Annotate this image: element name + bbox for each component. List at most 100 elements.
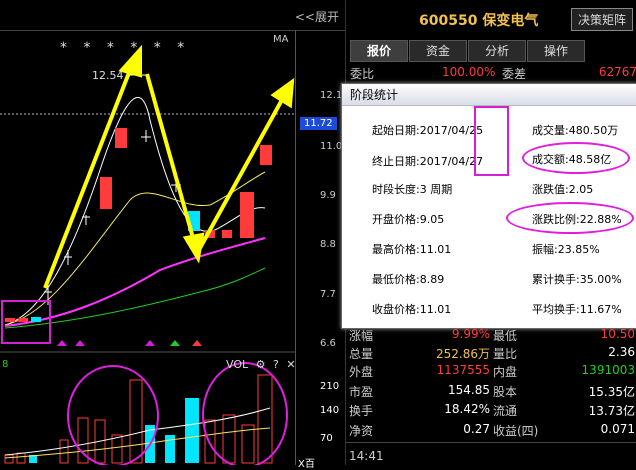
- help-icon[interactable]: ?: [273, 358, 279, 371]
- quote-value: 15.35亿: [588, 385, 635, 399]
- time-label: 14:41: [349, 449, 384, 463]
- annotation-ellipse-change: [506, 202, 634, 234]
- ma20-line: [4, 237, 266, 327]
- change-value: 涨跌值:2.05: [532, 183, 594, 196]
- stock-header: 600550 保变电气 决策矩阵: [346, 6, 636, 31]
- current-price-tag: 11.72: [300, 117, 337, 130]
- stage-statistics-popup[interactable]: 阶段统计 起始日期:2017/04/25 终止日期:2017/04/27 时段长…: [341, 83, 636, 329]
- quote-value: 252.86万: [436, 347, 490, 361]
- cumulative-turnover: 累计换手:35.00%: [532, 273, 622, 286]
- weibi-row: 委比 100.00% 委差 62767: [350, 65, 636, 82]
- quote-value: 1137555: [436, 363, 490, 377]
- price-tick: 6.6: [320, 338, 336, 349]
- quote-label: 量比: [493, 347, 518, 361]
- volume: 成交量:480.50万: [532, 124, 619, 137]
- amplitude: 振幅:23.85%: [532, 243, 600, 256]
- close-price: 收盘价格:11.01: [372, 303, 452, 316]
- kline-chart-panel[interactable]: <<展开 * * * * * * MA 12.54 8 VOL ⚙ ? ✕ 12…: [0, 0, 346, 470]
- quote-label: 市盈: [349, 385, 374, 399]
- candle: [260, 145, 272, 165]
- quote-label: 内盘: [493, 365, 518, 379]
- weibi-label: 委比: [350, 67, 375, 81]
- weicha-label: 委差: [502, 67, 527, 81]
- quote-value: 18.42%: [444, 402, 490, 416]
- price-tick: 8.8: [320, 239, 336, 250]
- quote-value: 0.071: [600, 422, 635, 436]
- expand-button[interactable]: <<展开: [295, 8, 339, 25]
- signal-markers: [57, 340, 155, 346]
- quote-row: 换手 18.42% 流通 13.73亿: [345, 402, 636, 419]
- candle: [18, 318, 28, 322]
- annotation-box-dates: [474, 106, 509, 176]
- volume-bars: [4, 374, 273, 464]
- volume-tick: 210: [320, 381, 340, 392]
- volume-indicator-bar: VOL ⚙ ? ✕: [226, 358, 296, 371]
- candle: [100, 177, 112, 209]
- quote-row: 市盈 154.85 股本 15.35亿: [345, 383, 636, 400]
- quote-table: 涨幅 9.99% 最低 10.50 总量 252.86万 量比 2.36 外盘 …: [345, 327, 636, 465]
- quote-label: 股本: [493, 385, 518, 399]
- quote-value: 10.50: [600, 327, 635, 341]
- strategy-matrix-button[interactable]: 决策矩阵: [570, 8, 633, 31]
- tab-funds[interactable]: 资金: [409, 40, 467, 62]
- peak-price-label: 12.54: [92, 69, 124, 82]
- open-price: 开盘价格:9.05: [372, 213, 445, 226]
- low-price: 最低价格:8.89: [372, 273, 445, 286]
- high-price: 最高价格:11.01: [372, 243, 452, 256]
- quote-label: 涨幅: [349, 329, 374, 343]
- weibi-value: 100.00%: [442, 65, 496, 79]
- tab-quote[interactable]: 报价: [350, 40, 408, 62]
- tab-operation[interactable]: 操作: [527, 40, 585, 62]
- price-tick: 11.0: [320, 141, 343, 152]
- candle: [5, 318, 15, 322]
- tab-analysis[interactable]: 分析: [468, 40, 526, 62]
- volume-left-value: 8: [2, 359, 9, 370]
- candle: [222, 230, 232, 238]
- price-tick: 9.9: [320, 190, 336, 201]
- quote-value: 9.99%: [451, 327, 490, 341]
- quote-label: 总量: [349, 347, 374, 361]
- candle: [240, 192, 254, 238]
- signal-marker-green: [170, 340, 180, 346]
- duration: 时段长度:3 周期: [372, 183, 453, 196]
- quote-value: 13.73亿: [588, 404, 635, 418]
- popup-title[interactable]: 阶段统计: [342, 84, 636, 106]
- quote-row: 总量 252.86万 量比 2.36: [345, 345, 636, 362]
- quote-value: 0.27: [463, 422, 490, 436]
- candles: [5, 128, 272, 322]
- quote-row: 涨幅 9.99% 最低 10.50: [345, 327, 636, 344]
- annotation-ellipse-amount: [522, 142, 630, 174]
- average-turnover: 平均换手:11.67%: [532, 303, 622, 316]
- trend-arrows: [43, 44, 295, 289]
- quote-value: 1391003: [581, 363, 635, 377]
- price-tick: 7.7: [320, 289, 336, 300]
- quote-tabs: 报价 资金 分析 操作: [346, 40, 636, 62]
- price-tick: 12.1: [320, 90, 343, 101]
- quote-row: 净资 0.27 收益(四) 0.071: [345, 422, 636, 439]
- start-date: 起始日期:2017/04/25: [372, 124, 484, 137]
- quote-label: 外盘: [349, 365, 374, 379]
- stock-code-name: 600550 保变电气: [419, 13, 539, 29]
- candle: [115, 128, 127, 148]
- volume-tick: 70: [320, 433, 333, 444]
- annotation-ellipse-volume-right: [202, 362, 288, 465]
- weicha-value: 62767: [598, 65, 636, 79]
- quote-label: 换手: [349, 404, 374, 418]
- gear-icon[interactable]: ⚙: [256, 358, 266, 371]
- volume-tick: 140: [320, 405, 340, 416]
- candle: [31, 317, 41, 322]
- divider: [345, 442, 636, 443]
- quote-label: 流通: [493, 404, 518, 418]
- quote-label: 净资: [349, 424, 374, 438]
- signal-marker-red: [192, 340, 202, 346]
- price-axis: 12.1 11.0 9.9 8.8 7.7 6.6 210 140 70 X百: [295, 30, 346, 470]
- ma5-line: [4, 96, 266, 326]
- kline-svg[interactable]: [0, 30, 296, 465]
- volume-label: VOL: [226, 358, 249, 371]
- annotation-ellipse-volume-left: [67, 365, 159, 465]
- quote-value: 2.36: [608, 345, 635, 359]
- quote-label: 最低: [493, 329, 518, 343]
- volume-unit: X百: [298, 459, 315, 470]
- quote-value: 154.85: [448, 383, 490, 397]
- vol-ma10-line: [4, 427, 271, 459]
